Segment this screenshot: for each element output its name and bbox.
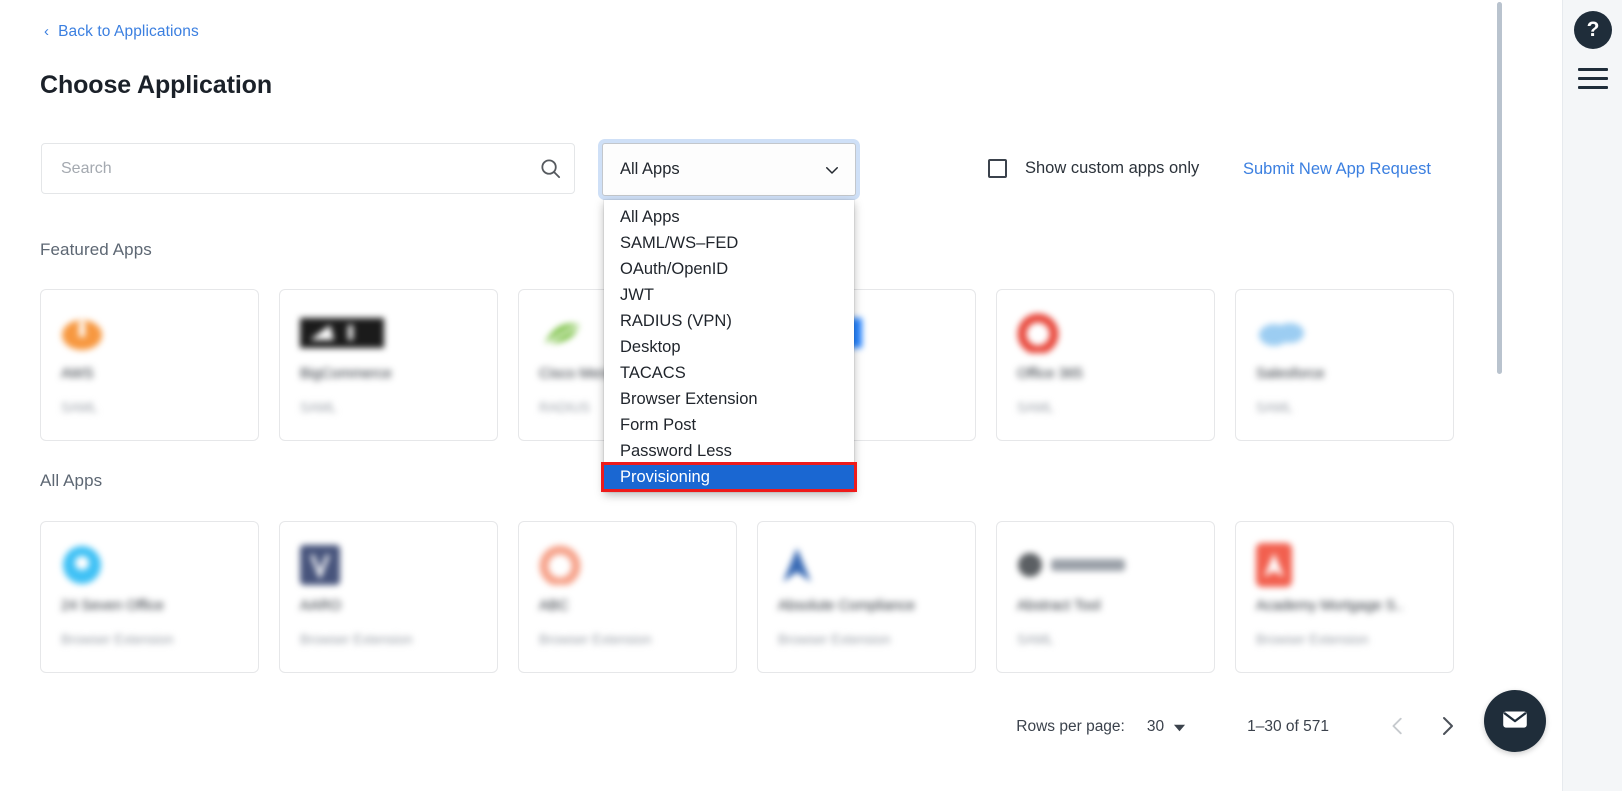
app-logo-icon xyxy=(1017,312,1194,354)
dropdown-option[interactable]: TACACS xyxy=(604,360,854,386)
featured-apps-heading: Featured Apps xyxy=(40,240,152,259)
dropdown-option[interactable]: Form Post xyxy=(604,412,854,438)
chevron-left-icon: ‹ xyxy=(44,22,50,40)
app-card[interactable]: ABC Browser Extension xyxy=(518,521,737,673)
pagination-bar: Rows per page: 30 1–30 of 571 xyxy=(0,707,1467,747)
app-card-type: SAML xyxy=(300,400,337,415)
app-card-name: AARO xyxy=(300,598,342,614)
page-scrollbar[interactable] xyxy=(1497,0,1502,791)
previous-page-button[interactable] xyxy=(1378,707,1418,747)
app-card[interactable]: Academy Mortgage S.. Browser Extension xyxy=(1235,521,1454,673)
app-logo-icon xyxy=(1017,544,1194,586)
app-card-name: ABC xyxy=(539,598,569,614)
page-scrollbar-thumb[interactable] xyxy=(1497,2,1502,374)
all-apps-grid: 24 Seven Office Browser Extension AARO Brow… xyxy=(40,521,1467,673)
app-logo-icon xyxy=(1256,543,1433,587)
submit-new-app-request-link[interactable]: Submit New App Request xyxy=(1243,160,1431,179)
app-card-type: Browser Extension xyxy=(300,632,413,647)
dropdown-option[interactable]: All Apps xyxy=(604,204,854,230)
back-to-applications-link[interactable]: ‹ Back to Applications xyxy=(44,23,199,41)
app-type-filter-dropdown[interactable]: All Apps SAML/WS–FED OAuth/OpenID JWT RADIUS… xyxy=(601,200,857,492)
app-card-name: AWS xyxy=(61,366,94,382)
chevron-left-icon xyxy=(1387,715,1409,740)
right-sidebar: ? xyxy=(1562,0,1622,791)
page-title: Choose Application xyxy=(40,71,273,99)
app-card[interactable]: Salesforce SAML xyxy=(1235,289,1454,441)
app-card-name: Absolute Compliance xyxy=(778,598,916,614)
dropdown-option[interactable]: SAML/WS–FED xyxy=(604,230,854,256)
main-content: ‹ Back to Applications Choose Applicatio… xyxy=(0,0,1562,791)
app-card[interactable]: BigCommerce SAML xyxy=(279,289,498,441)
pagination-range-label: 1–30 of 571 xyxy=(1247,718,1329,735)
chat-widget-button[interactable] xyxy=(1484,690,1546,752)
rows-per-page-value[interactable]: 30 xyxy=(1147,718,1164,736)
app-logo-icon xyxy=(300,312,477,354)
app-card-name: Abstract Tool xyxy=(1017,598,1101,614)
app-card-type: Browser Extension xyxy=(1256,632,1369,647)
app-card-name: Office 365 xyxy=(1017,366,1083,382)
hamburger-menu-icon[interactable] xyxy=(1578,68,1608,89)
all-apps-heading: All Apps xyxy=(40,471,103,490)
app-card[interactable]: Office 365 SAML xyxy=(996,289,1215,441)
envelope-icon xyxy=(1500,704,1530,739)
app-card[interactable]: 24 Seven Office Browser Extension xyxy=(40,521,259,673)
app-card-type: SAML xyxy=(61,400,98,415)
app-card-name: Academy Mortgage S.. xyxy=(1256,598,1404,614)
checkbox-square-icon[interactable] xyxy=(988,159,1007,178)
search-icon[interactable] xyxy=(526,144,574,193)
app-card-type: Browser Extension xyxy=(778,632,891,647)
chevron-down-icon xyxy=(823,161,841,179)
dropdown-option[interactable]: Browser Extension xyxy=(604,386,854,412)
app-card-name: 24 Seven Office xyxy=(61,598,164,614)
application-chooser-page: ‹ Back to Applications Choose Applicatio… xyxy=(0,0,1622,791)
app-type-filter-select[interactable]: All Apps xyxy=(602,143,856,196)
app-card-type: SAML xyxy=(1017,632,1054,647)
dropdown-option[interactable]: OAuth/OpenID xyxy=(604,256,854,282)
app-logo-icon xyxy=(61,544,238,586)
question-mark-icon: ? xyxy=(1586,18,1600,41)
caret-down-icon[interactable] xyxy=(1173,721,1186,734)
app-logo-icon xyxy=(61,312,238,354)
dropdown-option[interactable]: Provisioning xyxy=(601,462,857,492)
app-card[interactable]: Absolute Compliance Browser Extension xyxy=(757,521,976,673)
app-card-type: SAML xyxy=(1017,400,1054,415)
app-card-type: SAML xyxy=(1256,400,1293,415)
app-card-name: BigCommerce xyxy=(300,366,392,382)
app-card[interactable]: AWS SAML xyxy=(40,289,259,441)
show-custom-apps-only-checkbox[interactable]: Show custom apps only xyxy=(988,159,1199,178)
show-custom-apps-only-label: Show custom apps only xyxy=(1025,159,1200,177)
dropdown-option[interactable]: RADIUS (VPN) xyxy=(604,308,854,334)
app-type-filter-value: All Apps xyxy=(620,160,680,178)
app-card-name: Salesforce xyxy=(1256,366,1325,382)
app-logo-icon xyxy=(778,544,955,586)
rows-per-page-label: Rows per page: xyxy=(1016,718,1125,735)
app-card[interactable]: AARO Browser Extension xyxy=(279,521,498,673)
back-link-label: Back to Applications xyxy=(58,23,199,40)
help-button[interactable]: ? xyxy=(1574,11,1612,49)
dropdown-option[interactable]: Desktop xyxy=(604,334,854,360)
search-input[interactable] xyxy=(42,159,526,178)
app-card-type: RADIUS xyxy=(539,400,591,415)
dropdown-option[interactable]: Password Less xyxy=(604,438,854,464)
app-card-type: Browser Extension xyxy=(539,632,652,647)
app-card[interactable]: Abstract Tool SAML xyxy=(996,521,1215,673)
app-logo-icon xyxy=(1256,312,1433,354)
dropdown-option[interactable]: JWT xyxy=(604,282,854,308)
next-page-button[interactable] xyxy=(1427,707,1467,747)
chevron-right-icon xyxy=(1435,714,1459,741)
app-logo-icon xyxy=(300,544,477,586)
app-card-type: Browser Extension xyxy=(61,632,174,647)
search-box[interactable] xyxy=(41,143,575,194)
app-logo-icon xyxy=(539,544,716,586)
